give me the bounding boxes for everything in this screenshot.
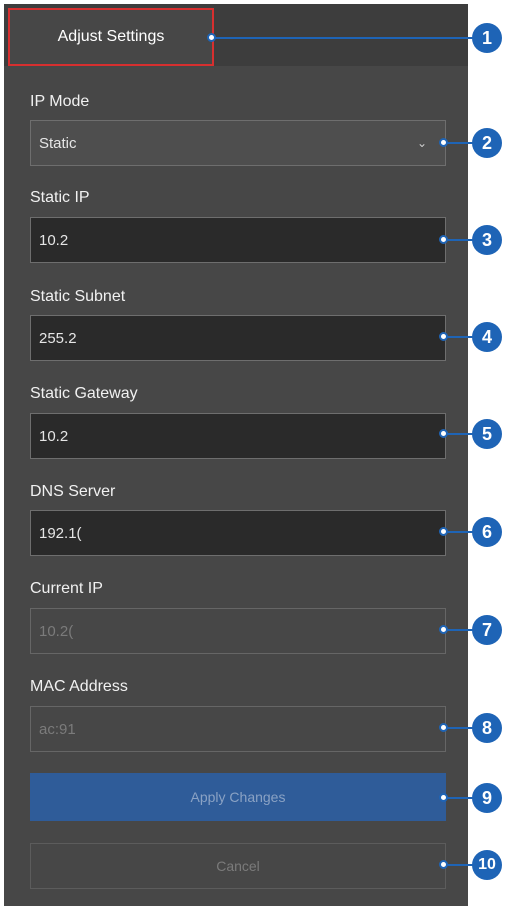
dns-server-value: 192.1( xyxy=(39,524,82,542)
current-ip-value: 10.2( xyxy=(39,622,74,640)
static-subnet-value: 255.2 xyxy=(39,329,77,347)
callout-line-5 xyxy=(444,433,474,435)
callout-badge-7: 7 xyxy=(472,615,502,645)
chevron-down-icon: ⌄ xyxy=(416,136,427,150)
callout-dot-6 xyxy=(439,527,448,536)
callout-dot-4 xyxy=(439,332,448,341)
callout-badge-3: 3 xyxy=(472,225,502,255)
callout-line-3 xyxy=(444,239,474,241)
callout-dot-5 xyxy=(439,429,448,438)
callout-dot-8 xyxy=(439,723,448,732)
static-gateway-value: 10.2 xyxy=(39,427,69,445)
mac-address-label: MAC Address xyxy=(30,678,128,695)
static-ip-label: Static IP xyxy=(30,189,90,206)
current-ip-input: 10.2( xyxy=(30,608,446,654)
current-ip-label: Current IP xyxy=(30,580,103,597)
callout-badge-10: 10 xyxy=(472,850,502,880)
callout-dot-10 xyxy=(439,860,448,869)
callout-dot-3 xyxy=(439,235,448,244)
ip-mode-value: Static xyxy=(39,134,77,152)
static-gateway-input[interactable]: 10.2 xyxy=(30,413,446,459)
callout-dot-7 xyxy=(439,625,448,634)
callout-line-2 xyxy=(444,142,474,144)
callout-line-9 xyxy=(444,797,474,799)
callout-badge-4: 4 xyxy=(472,322,502,352)
tab-adjust-settings[interactable]: Adjust Settings xyxy=(8,8,214,66)
static-subnet-input[interactable]: 255.2 xyxy=(30,315,446,361)
callout-line-7 xyxy=(444,629,474,631)
callout-badge-5: 5 xyxy=(472,419,502,449)
mac-address-input: ac:91 xyxy=(30,706,446,752)
ip-mode-label: IP Mode xyxy=(30,93,90,110)
static-ip-input[interactable]: 10.2 xyxy=(30,217,446,263)
callout-line-4 xyxy=(444,336,474,338)
dns-server-label: DNS Server xyxy=(30,483,116,500)
apply-changes-button[interactable]: Apply Changes xyxy=(30,773,446,821)
ip-mode-select[interactable]: Static ⌄ xyxy=(30,120,446,166)
callout-badge-9: 9 xyxy=(472,783,502,813)
callout-badge-1: 1 xyxy=(472,23,502,53)
dns-server-input[interactable]: 192.1( xyxy=(30,510,446,556)
callout-line-10 xyxy=(444,864,474,866)
callout-badge-2: 2 xyxy=(472,128,502,158)
callout-dot-9 xyxy=(439,793,448,802)
static-subnet-label: Static Subnet xyxy=(30,288,126,305)
callout-line-6 xyxy=(444,531,474,533)
cancel-button[interactable]: Cancel xyxy=(30,843,446,889)
callout-line-8 xyxy=(444,727,474,729)
callout-line-1 xyxy=(212,37,474,39)
mac-address-value: ac:91 xyxy=(39,720,76,738)
static-gateway-label: Static Gateway xyxy=(30,385,138,402)
callout-dot-1 xyxy=(207,33,216,42)
static-ip-value: 10.2 xyxy=(39,231,69,249)
callout-dot-2 xyxy=(439,138,448,147)
callout-badge-6: 6 xyxy=(472,517,502,547)
callout-badge-8: 8 xyxy=(472,713,502,743)
